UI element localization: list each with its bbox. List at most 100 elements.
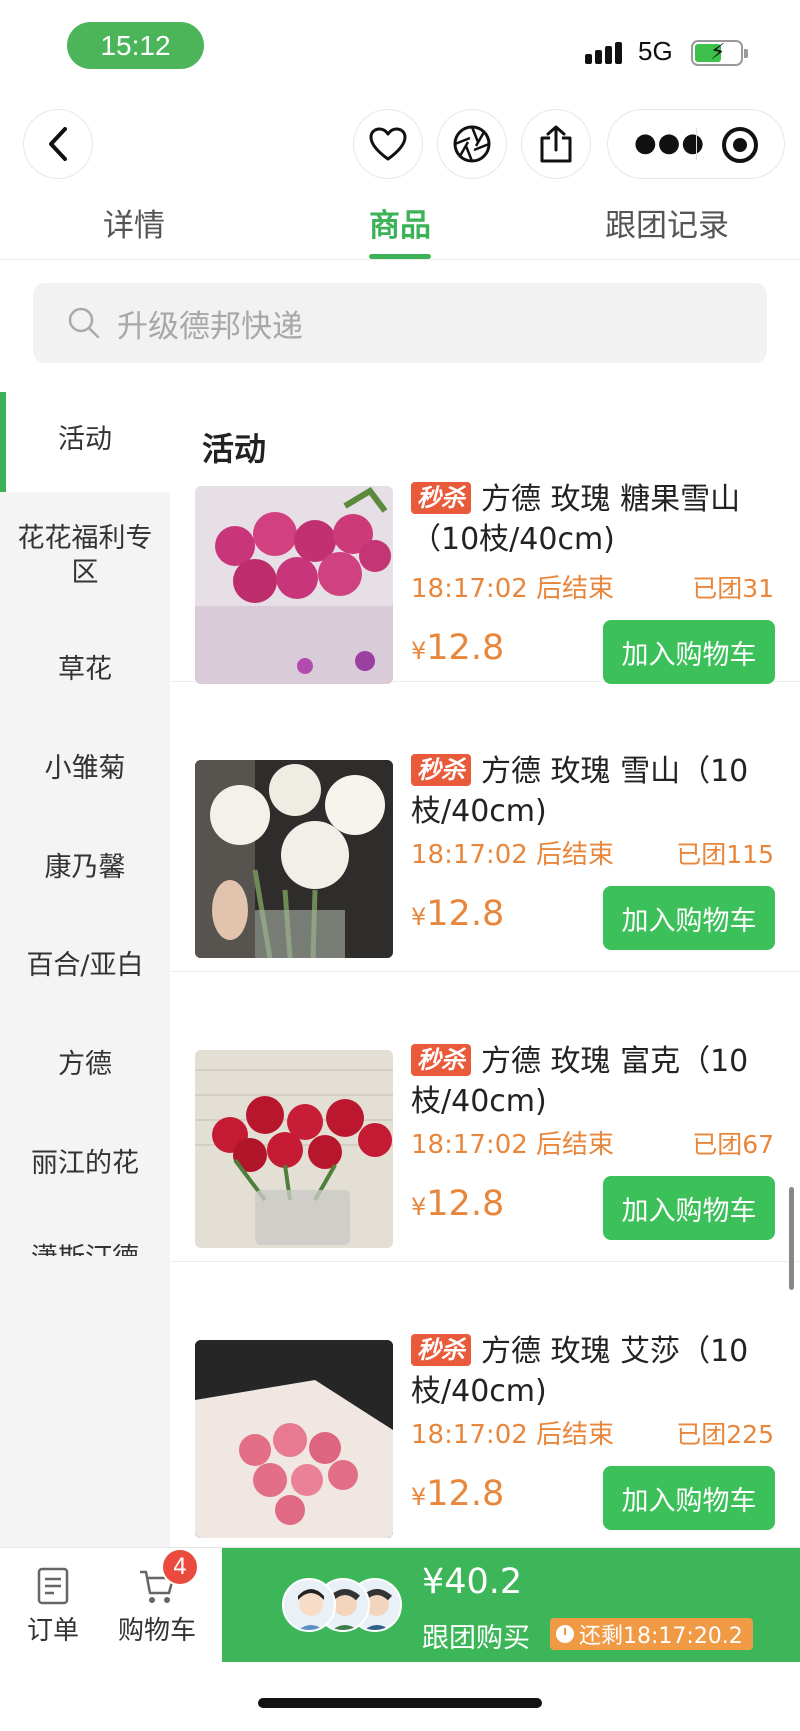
product-card[interactable]: 秒杀 方德 玫瑰 富克（10枝/40cm) 18:17:02 后结束 已团67 ¥… [170,972,800,1262]
status-time: 15:12 [67,22,204,69]
search-placeholder: 升级德邦快递 [117,308,303,345]
sidebar-item-label: 方德 [58,1049,112,1080]
group-price: ¥40.2 [422,1562,523,1602]
order-icon [37,1567,69,1605]
sidebar-item-welfare[interactable]: 花花福利专区 [0,522,170,590]
orders-button[interactable]: 订单 [24,1566,82,1647]
add-to-cart-button[interactable]: 加入购物车 [603,1466,775,1530]
sidebar-item-lily[interactable]: 百合/亚白 [0,949,170,983]
mini-program-capsule: ●●● [608,110,784,178]
countdown-text: 18:17:02 后结束 [411,840,615,870]
signal-icon [585,42,622,64]
sidebar-item-label: 丽江的花 [31,1148,139,1179]
joined-count: 已团225 [676,1420,774,1449]
product-image [195,1340,393,1538]
sidebar-item-partial[interactable]: 潇斯汀德 [0,1242,170,1256]
sidebar-item-activity[interactable]: 活动 [0,392,170,492]
cart-label: 购物车 [118,1616,197,1646]
tab-group-records[interactable]: 跟团记录 [605,200,729,245]
avatar-stack [282,1578,402,1634]
network-label: 5G [638,36,673,66]
flash-sale-badge: 秒杀 [411,1334,471,1366]
product-price: ¥12.8 [411,894,504,934]
search-icon [68,307,100,339]
bottom-bar: 订单 购物车 ¥40.2 跟团购买 还剩18:17:20.2 [0,1547,800,1667]
target-icon[interactable] [722,127,758,163]
heart-icon [369,127,407,161]
product-image [195,486,393,684]
back-button[interactable] [24,110,92,178]
flash-sale-badge: 秒杀 [411,482,471,514]
joined-count: 已团67 [692,1130,774,1159]
add-to-cart-button[interactable]: 加入购物车 [603,620,775,684]
back-icon [49,127,67,161]
price-value: 12.8 [426,628,505,668]
product-title: 秒杀 方德 玫瑰 富克（10枝/40cm) [411,1042,786,1122]
tab-details[interactable]: 详情 [103,200,165,245]
product-title: 秒杀 方德 玫瑰 糖果雪山（10枝/40cm) [411,480,786,560]
favorite-button[interactable] [354,110,422,178]
sidebar-item-label: 小雏菊 [44,753,126,784]
flash-sale-badge: 秒杀 [411,1044,471,1076]
product-price: ¥12.8 [411,628,504,668]
countdown-text: 18:17:02 后结束 [411,574,615,604]
clock-icon [556,1625,574,1643]
currency-symbol: ¥ [411,1483,427,1511]
sidebar-item-label: 草花 [58,654,112,685]
add-to-cart-button[interactable]: 加入购物车 [603,886,775,950]
sidebar-item-label: 花花福利专区 [17,523,153,588]
shutter-icon [453,125,491,163]
more-icon[interactable]: ●●● [634,130,705,156]
share-icon [540,125,572,163]
sidebar-item-label: 百合/亚白 [26,950,144,981]
sidebar-item-fangde[interactable]: 方德 [0,1048,170,1082]
search-input[interactable]: 升级德邦快递 [33,283,767,363]
sidebar-item-label: 潇斯汀德 [31,1243,139,1256]
countdown-text: 18:17:02 后结束 [411,1130,615,1160]
add-to-cart-button[interactable]: 加入购物车 [603,1176,775,1240]
tab-products[interactable]: 商品 [369,200,431,245]
product-title: 秒杀 方德 玫瑰 雪山（10枝/40cm) [411,752,786,832]
currency-symbol: ¥ [411,1193,427,1221]
currency-symbol: ¥ [411,637,427,665]
product-price: ¥12.8 [411,1474,504,1514]
status-bar: 15:12 5G ⚡ [0,0,800,95]
remaining-time: 还剩18:17:20.2 [579,1624,743,1649]
product-card[interactable]: 秒杀 方德 玫瑰 艾莎（10枝/40cm) 18:17:02 后结束 已团225 … [170,1262,800,1547]
product-card[interactable]: 秒杀 方德 玫瑰 雪山（10枝/40cm) 18:17:02 后结束 已团115 … [170,682,800,972]
avatar [282,1578,336,1632]
sidebar-active-indicator [0,392,6,492]
group-buy-label: 跟团购买 [422,1623,530,1654]
product-price: ¥12.8 [411,1184,504,1224]
sidebar-item-carnation[interactable]: 康乃馨 [0,851,170,885]
joined-count: 已团115 [676,840,774,869]
sidebar-item-grass-flowers[interactable]: 草花 [0,653,170,687]
flash-sale-badge: 秒杀 [411,754,471,786]
sidebar-item-label: 活动 [58,424,112,455]
price-value: 12.8 [426,1474,505,1514]
category-sidebar: 活动 花花福利专区 草花 小雏菊 康乃馨 百合/亚白 方德 丽江的花 潇斯汀德 [0,392,170,1547]
countdown-text: 18:17:02 后结束 [411,1420,615,1450]
sidebar-item-lijiang[interactable]: 丽江的花 [0,1147,170,1181]
joined-count: 已团31 [692,574,774,603]
product-image [195,760,393,958]
remaining-time-badge: 还剩18:17:20.2 [550,1618,753,1650]
capsule-divider [696,128,697,160]
price-value: 12.8 [426,1184,505,1224]
home-indicator [258,1698,542,1708]
price-value: 12.8 [426,894,505,934]
shutter-button[interactable] [438,110,506,178]
product-card[interactable]: 秒杀 方德 玫瑰 糖果雪山（10枝/40cm) 18:17:02 后结束 已团31… [170,392,800,684]
group-buy-button[interactable]: ¥40.2 跟团购买 还剩18:17:20.2 [222,1548,800,1662]
product-image [195,1050,393,1248]
cart-count-badge: 4 [161,1548,199,1586]
scrollbar[interactable] [789,1187,794,1290]
sidebar-item-label: 康乃馨 [44,852,126,883]
share-button[interactable] [522,110,590,178]
sidebar-item-daisy[interactable]: 小雏菊 [0,752,170,786]
currency-symbol: ¥ [411,903,427,931]
active-tab-indicator [369,254,431,259]
tab-bar: 详情 商品 跟团记录 [0,190,800,260]
orders-label: 订单 [26,1616,79,1646]
battery-icon: ⚡ [691,40,748,66]
